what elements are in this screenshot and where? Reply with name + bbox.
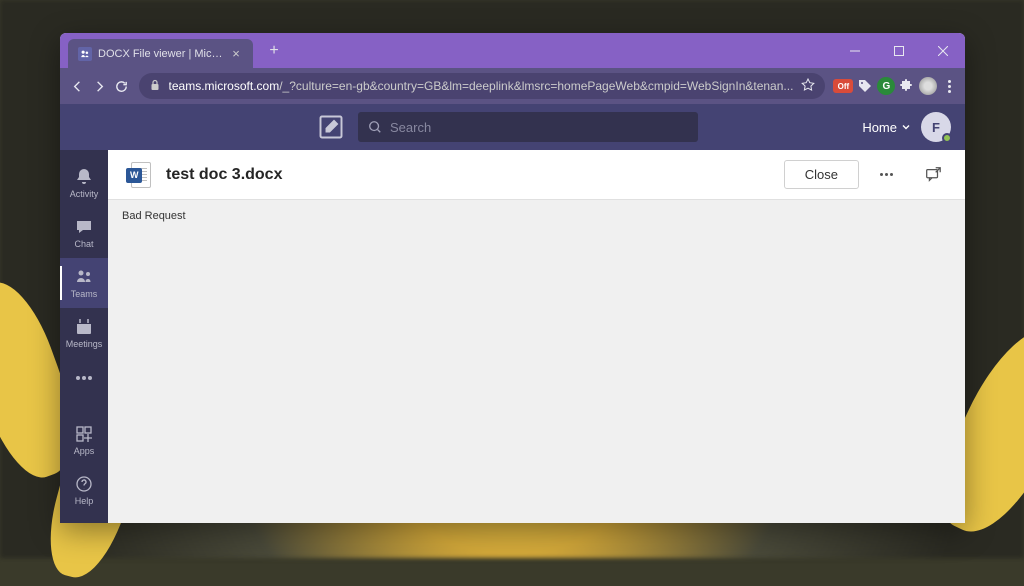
search-field[interactable] — [390, 120, 688, 135]
rail-meetings[interactable]: Meetings — [60, 308, 108, 358]
rail-help[interactable]: Help — [60, 465, 108, 515]
rail-teams[interactable]: Teams — [60, 258, 108, 308]
window-minimize-button[interactable] — [833, 33, 877, 68]
document-title: test doc 3.docx — [166, 166, 282, 184]
rail-activity[interactable]: Activity — [60, 158, 108, 208]
browser-tab[interactable]: DOCX File viewer | Microsoft Tea × — [68, 39, 253, 68]
rail-more[interactable] — [60, 358, 108, 398]
window-maximize-button[interactable] — [877, 33, 921, 68]
bookmark-star-icon[interactable] — [801, 78, 815, 95]
user-avatar[interactable]: F — [921, 112, 951, 142]
rail-label: Apps — [74, 446, 95, 456]
content-area: W test doc 3.docx Close Bad Request — [108, 150, 965, 523]
word-file-icon: W — [126, 162, 152, 188]
bell-icon — [74, 167, 94, 187]
presence-indicator — [942, 133, 952, 143]
extension-tag-icon[interactable] — [857, 74, 873, 98]
close-button[interactable]: Close — [784, 160, 859, 189]
extension-grammarly-icon[interactable]: G — [877, 74, 895, 98]
document-header: W test doc 3.docx Close — [108, 150, 965, 200]
profile-avatar-icon[interactable] — [919, 74, 937, 98]
tab-close-icon[interactable]: × — [229, 47, 243, 61]
more-options-button[interactable] — [871, 160, 901, 190]
search-input[interactable] — [358, 112, 698, 142]
app-rail: Activity Chat Teams Meetings Apps — [60, 150, 108, 523]
browser-titlebar: DOCX File viewer | Microsoft Tea × + — [60, 33, 965, 68]
extension-off-badge[interactable]: Off — [833, 74, 853, 98]
rail-label: Meetings — [66, 339, 103, 349]
search-icon — [368, 120, 382, 134]
url-text: teams.microsoft.com/_?culture=en-gb&coun… — [169, 79, 794, 93]
rail-label: Activity — [70, 189, 99, 199]
home-label: Home — [862, 120, 897, 135]
browser-address-bar: teams.microsoft.com/_?culture=en-gb&coun… — [60, 68, 965, 104]
popout-chat-icon[interactable] — [919, 161, 947, 189]
nav-back-button[interactable] — [68, 72, 86, 100]
teams-header: Home F — [60, 104, 965, 150]
lock-icon — [149, 79, 161, 94]
avatar-initial: F — [932, 120, 940, 135]
rail-chat[interactable]: Chat — [60, 208, 108, 258]
help-icon — [74, 474, 94, 494]
url-field[interactable]: teams.microsoft.com/_?culture=en-gb&coun… — [139, 73, 826, 99]
compose-button[interactable] — [316, 112, 346, 142]
chevron-down-icon — [901, 122, 911, 132]
teams-body: Activity Chat Teams Meetings Apps — [60, 150, 965, 523]
calendar-icon — [74, 317, 94, 337]
tab-title: DOCX File viewer | Microsoft Tea — [98, 48, 223, 60]
browser-window: DOCX File viewer | Microsoft Tea × + tea… — [60, 33, 965, 523]
rail-apps[interactable]: Apps — [60, 415, 108, 465]
rail-label: Chat — [74, 239, 93, 249]
rail-label: Teams — [71, 289, 98, 299]
nav-forward-button[interactable] — [90, 72, 108, 100]
apps-icon — [74, 424, 94, 444]
new-tab-button[interactable]: + — [261, 38, 287, 64]
error-text: Bad Request — [122, 210, 186, 222]
browser-menu-button[interactable] — [941, 74, 957, 98]
document-body: Bad Request — [108, 200, 965, 523]
chat-icon — [74, 217, 94, 237]
teams-favicon-icon — [78, 47, 92, 61]
extensions-puzzle-icon[interactable] — [899, 74, 915, 98]
nav-reload-button[interactable] — [112, 72, 130, 100]
window-close-button[interactable] — [921, 33, 965, 68]
teams-icon — [74, 267, 94, 287]
home-dropdown[interactable]: Home — [862, 120, 911, 135]
rail-label: Help — [75, 496, 94, 506]
